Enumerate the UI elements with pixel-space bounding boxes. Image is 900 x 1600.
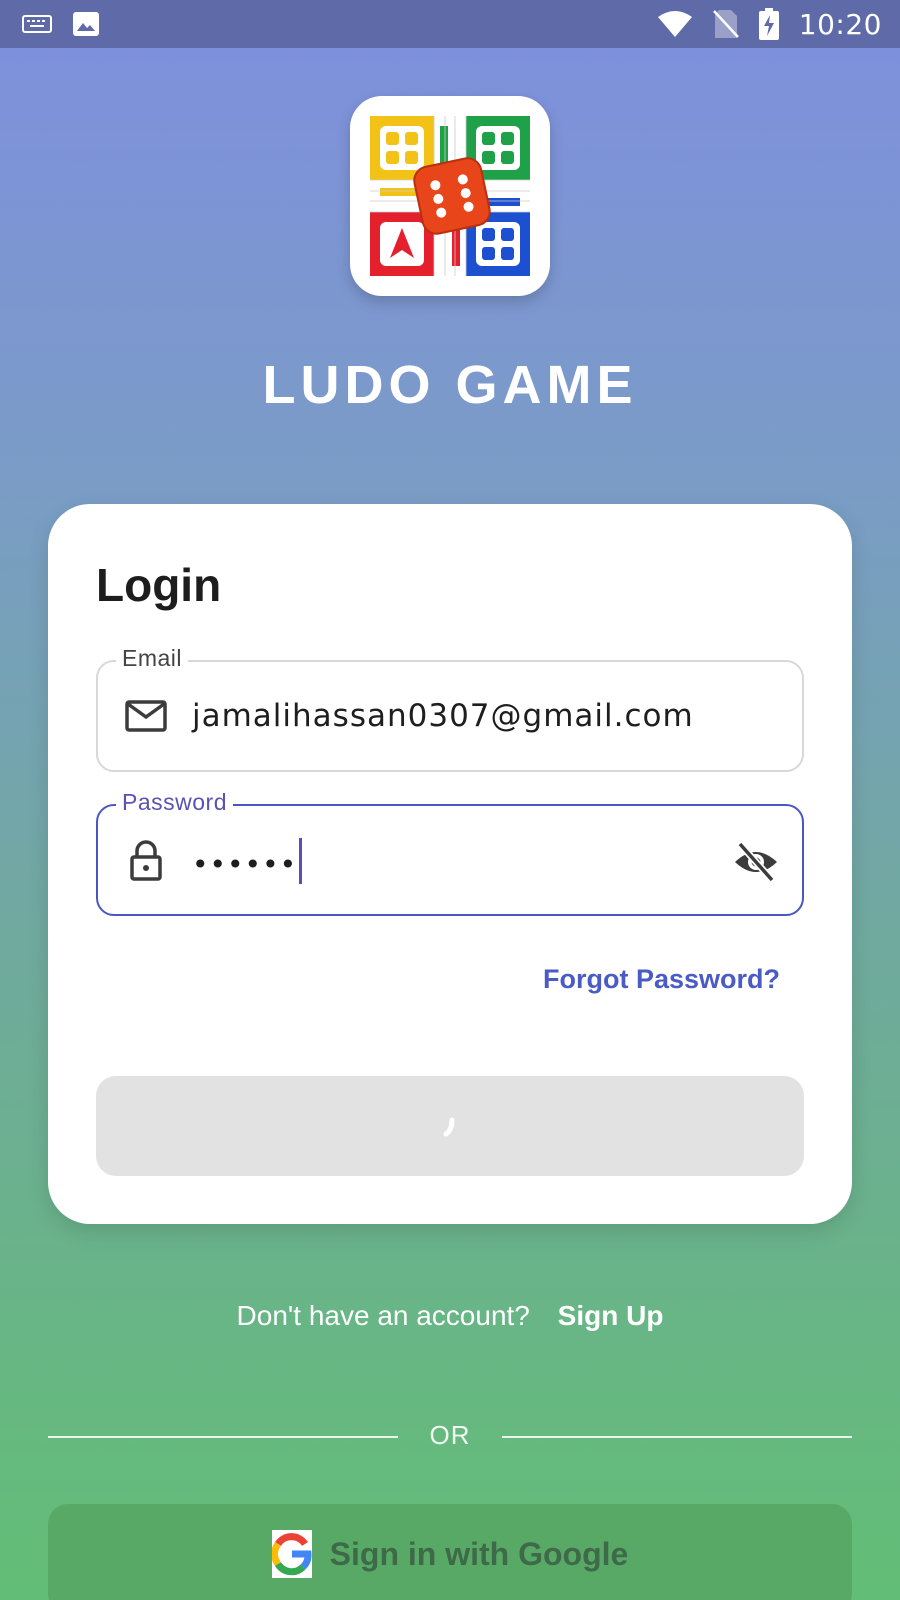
- mail-icon: [124, 694, 168, 738]
- loading-spinner-icon: [443, 1117, 455, 1137]
- password-value: ••••••: [192, 838, 303, 888]
- status-bar: 10:20: [0, 0, 900, 48]
- wifi-icon: [657, 10, 693, 38]
- login-card: Login Email jamalihassan0307@gmail.com P…: [48, 504, 852, 1224]
- status-right: 10:20: [657, 8, 882, 41]
- signup-prompt: Don't have an account?: [236, 1300, 530, 1331]
- app-logo: [350, 96, 550, 296]
- login-heading: Login: [96, 559, 222, 611]
- google-signin-button[interactable]: Sign in with Google: [48, 1504, 852, 1600]
- status-time: 10:20: [798, 7, 882, 41]
- password-label: Password: [116, 789, 233, 816]
- divider-line-right: [502, 1436, 852, 1438]
- email-value: jamalihassan0307@gmail.com: [192, 698, 694, 734]
- email-label: Email: [116, 645, 189, 672]
- password-dots: ••••••: [192, 847, 298, 881]
- eye-off-icon[interactable]: [732, 838, 780, 886]
- forgot-password-link[interactable]: Forgot Password?: [543, 964, 780, 995]
- signup-link[interactable]: Sign Up: [558, 1300, 664, 1331]
- ludo-board-icon: [370, 116, 530, 276]
- text-caret: [299, 838, 303, 884]
- lock-icon: [124, 838, 168, 882]
- login-button[interactable]: [96, 1076, 804, 1176]
- password-field[interactable]: Password ••••••: [96, 789, 804, 916]
- google-signin-label: Sign in with Google: [329, 1536, 629, 1572]
- google-icon: [270, 1530, 312, 1578]
- status-left: [22, 11, 100, 37]
- image-icon: [72, 11, 100, 37]
- email-field[interactable]: Email jamalihassan0307@gmail.com: [96, 645, 804, 772]
- signup-row: Don't have an account? Sign Up: [0, 1300, 900, 1332]
- app-title: LUDO GAME: [262, 355, 638, 415]
- keyboard-icon: [22, 14, 52, 34]
- no-sim-icon: [712, 9, 739, 39]
- battery-charging-icon: [758, 8, 779, 40]
